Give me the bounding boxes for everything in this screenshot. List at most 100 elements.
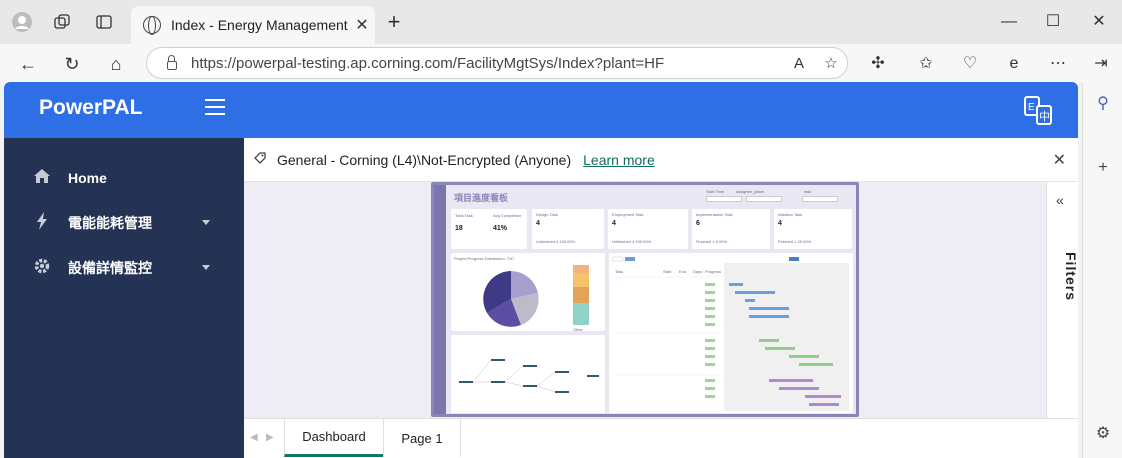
more-menu-icon[interactable]: ⋯ xyxy=(1045,51,1071,77)
address-toolbar: ← ↻ ⌂ https://powerpal-testing.ap.cornin… xyxy=(0,44,1122,82)
url-text: https://powerpal-testing.ap.corning.com/… xyxy=(191,54,665,72)
kpi-status: Finished 1 25.00% xyxy=(778,239,812,244)
refresh-icon[interactable]: ↻ xyxy=(59,51,85,77)
gantt-chart[interactable] xyxy=(609,253,853,413)
report-filter-label: task xyxy=(804,189,812,194)
globe-icon xyxy=(143,16,161,35)
language-switch-icon[interactable]: E 中 xyxy=(1022,94,1054,126)
sensitivity-label: General - Corning (L4)\Not-Encrypted (An… xyxy=(277,151,572,168)
chevron-down-icon xyxy=(202,265,210,270)
chevron-down-icon xyxy=(202,220,210,225)
sidebar-toggle-icon[interactable]: ⇥ xyxy=(1088,51,1114,77)
edge-sidebar: ⚲ + ⚙ xyxy=(1082,82,1122,458)
profile-icon[interactable] xyxy=(10,10,34,34)
svg-text:中: 中 xyxy=(1039,110,1050,123)
kpi-label: Implementation Task xyxy=(696,212,733,217)
address-bar[interactable]: https://powerpal-testing.ap.corning.com/… xyxy=(146,47,848,79)
home-browser-icon[interactable]: ⌂ xyxy=(103,51,129,77)
main-content: General - Corning (L4)\Not-Encrypted (An… xyxy=(244,138,1079,458)
kpi-card: Initiation Task 4 Finished 1 25.00% xyxy=(774,209,852,249)
filters-pane[interactable]: « Filters xyxy=(1046,182,1079,418)
kpi-status: Finished 1 6.00% xyxy=(696,239,727,244)
kpi-card: Implementation Task 6 Finished 1 6.00% xyxy=(692,209,770,249)
collapse-chevron-icon[interactable]: « xyxy=(1056,192,1064,208)
app-header: PowerPAL E 中 xyxy=(4,82,1078,138)
kpi-value: 6 xyxy=(696,220,700,227)
prev-page-icon[interactable]: ◀ xyxy=(250,432,258,443)
sidebar-item-label: 設備詳情監控 xyxy=(68,260,152,276)
pie-chart[interactable] xyxy=(481,269,541,329)
kpi-status: Unfinished 4 100.00% xyxy=(612,239,652,244)
bolt-icon xyxy=(30,211,54,235)
back-icon[interactable]: ← xyxy=(15,51,41,77)
close-window-icon[interactable]: ✕ xyxy=(1084,10,1114,34)
home-icon xyxy=(30,168,54,189)
favorite-star-icon[interactable]: ☆ xyxy=(815,54,847,72)
report-canvas: 項目進度看板 Start Time assignee_place task To… xyxy=(244,182,1046,418)
sidebar-item-energy[interactable]: 電能能耗管理 xyxy=(4,203,244,243)
kpi-card: Total Task 18 Avg Completion 41% xyxy=(451,209,527,249)
tab-page-1[interactable]: Page 1 xyxy=(383,419,461,457)
kpi-label: Avg Completion xyxy=(493,213,522,218)
kpi-label: Initiation Task xyxy=(778,212,803,217)
browser-tab[interactable]: Index - Energy Management Syste ✕ xyxy=(131,6,375,44)
read-aloud-icon[interactable]: A xyxy=(783,55,815,72)
report-filter-dropdown[interactable] xyxy=(706,196,742,202)
report-filter-label: assignee_place xyxy=(736,189,764,194)
svg-text:E: E xyxy=(1028,102,1035,113)
sidebar: Home 電能能耗管理 設備詳情監控 xyxy=(4,138,244,458)
kpi-value: 41% xyxy=(493,225,508,232)
report-title: 項目進度看板 xyxy=(454,193,509,203)
stacked-bar[interactable] xyxy=(573,265,589,325)
report-filter-label: Start Time xyxy=(706,189,725,194)
kpi-card: Employment Task 4 Unfinished 4 100.00% xyxy=(608,209,688,249)
sidebar-item-home[interactable]: Home xyxy=(4,158,244,198)
kpi-value: 4 xyxy=(778,220,782,227)
edge-copilot-icon[interactable]: e xyxy=(1001,51,1027,77)
next-page-icon[interactable]: ▶ xyxy=(266,432,274,443)
minimize-icon[interactable]: — xyxy=(994,10,1024,34)
page-tabs-bar: ◀ ▶ Dashboard Page 1 xyxy=(244,418,1078,458)
filters-label[interactable]: Filters xyxy=(1049,252,1079,312)
close-banner-icon[interactable]: ✕ xyxy=(1053,150,1066,170)
tab-title: Index - Energy Management Syste xyxy=(171,17,349,33)
maximize-icon[interactable]: ☐ xyxy=(1038,10,1068,34)
new-tab-icon[interactable]: + xyxy=(382,10,406,34)
kpi-status: Unfinished 4 100.00% xyxy=(536,239,576,244)
kpi-label: Employment Task xyxy=(612,212,644,217)
sidebar-item-label: 電能能耗管理 xyxy=(68,215,152,231)
kpi-label: Design Task xyxy=(536,212,558,217)
add-sidebar-icon[interactable]: + xyxy=(1091,156,1115,180)
browser-essentials-icon[interactable]: ♡ xyxy=(957,51,983,77)
search-icon[interactable]: ⚲ xyxy=(1091,92,1115,116)
close-tab-icon[interactable]: ✕ xyxy=(349,15,375,35)
kpi-label: Total Task xyxy=(455,213,473,218)
gantt-card: Task Start End Days Progress xyxy=(609,253,853,413)
sidebar-item-equipment[interactable]: 設備詳情監控 xyxy=(4,248,244,288)
workspaces-icon[interactable] xyxy=(50,10,74,34)
favorites-icon[interactable]: ✩ xyxy=(913,51,939,77)
report-nav-strip xyxy=(434,185,446,414)
kpi-value: 4 xyxy=(536,220,540,227)
browser-titlebar: Index - Energy Management Syste ✕ + — ☐ … xyxy=(0,0,1122,44)
kpi-card: Design Task 4 Unfinished 4 100.00% xyxy=(532,209,604,249)
tab-actions-icon[interactable] xyxy=(92,10,116,34)
customize-gear-icon[interactable]: ⚙ xyxy=(1091,422,1115,446)
report-filter-dropdown[interactable] xyxy=(746,196,782,202)
extensions-icon[interactable]: ✣ xyxy=(865,51,891,77)
sidebar-item-label: Home xyxy=(68,170,107,186)
report-thumbnail[interactable]: 項目進度看板 Start Time assignee_place task To… xyxy=(431,182,859,417)
gear-icon xyxy=(30,257,54,280)
kpi-value: 4 xyxy=(612,220,616,227)
tab-dashboard[interactable]: Dashboard xyxy=(284,419,384,457)
pie-chart-title: Project Progress Distribution（%） xyxy=(454,256,517,261)
decomposition-tree[interactable] xyxy=(451,335,605,413)
menu-toggle-icon[interactable] xyxy=(205,99,225,115)
others-label: Other xyxy=(573,327,584,332)
brand-logo[interactable]: PowerPAL xyxy=(39,96,142,120)
sensitivity-tag-icon xyxy=(254,151,267,168)
report-filter-dropdown[interactable] xyxy=(802,196,838,202)
decomposition-tree-card xyxy=(451,335,605,413)
learn-more-link[interactable]: Learn more xyxy=(583,152,655,168)
app-window: PowerPAL E 中 Home 電能能耗管理 設備詳情監控 General … xyxy=(4,82,1079,458)
